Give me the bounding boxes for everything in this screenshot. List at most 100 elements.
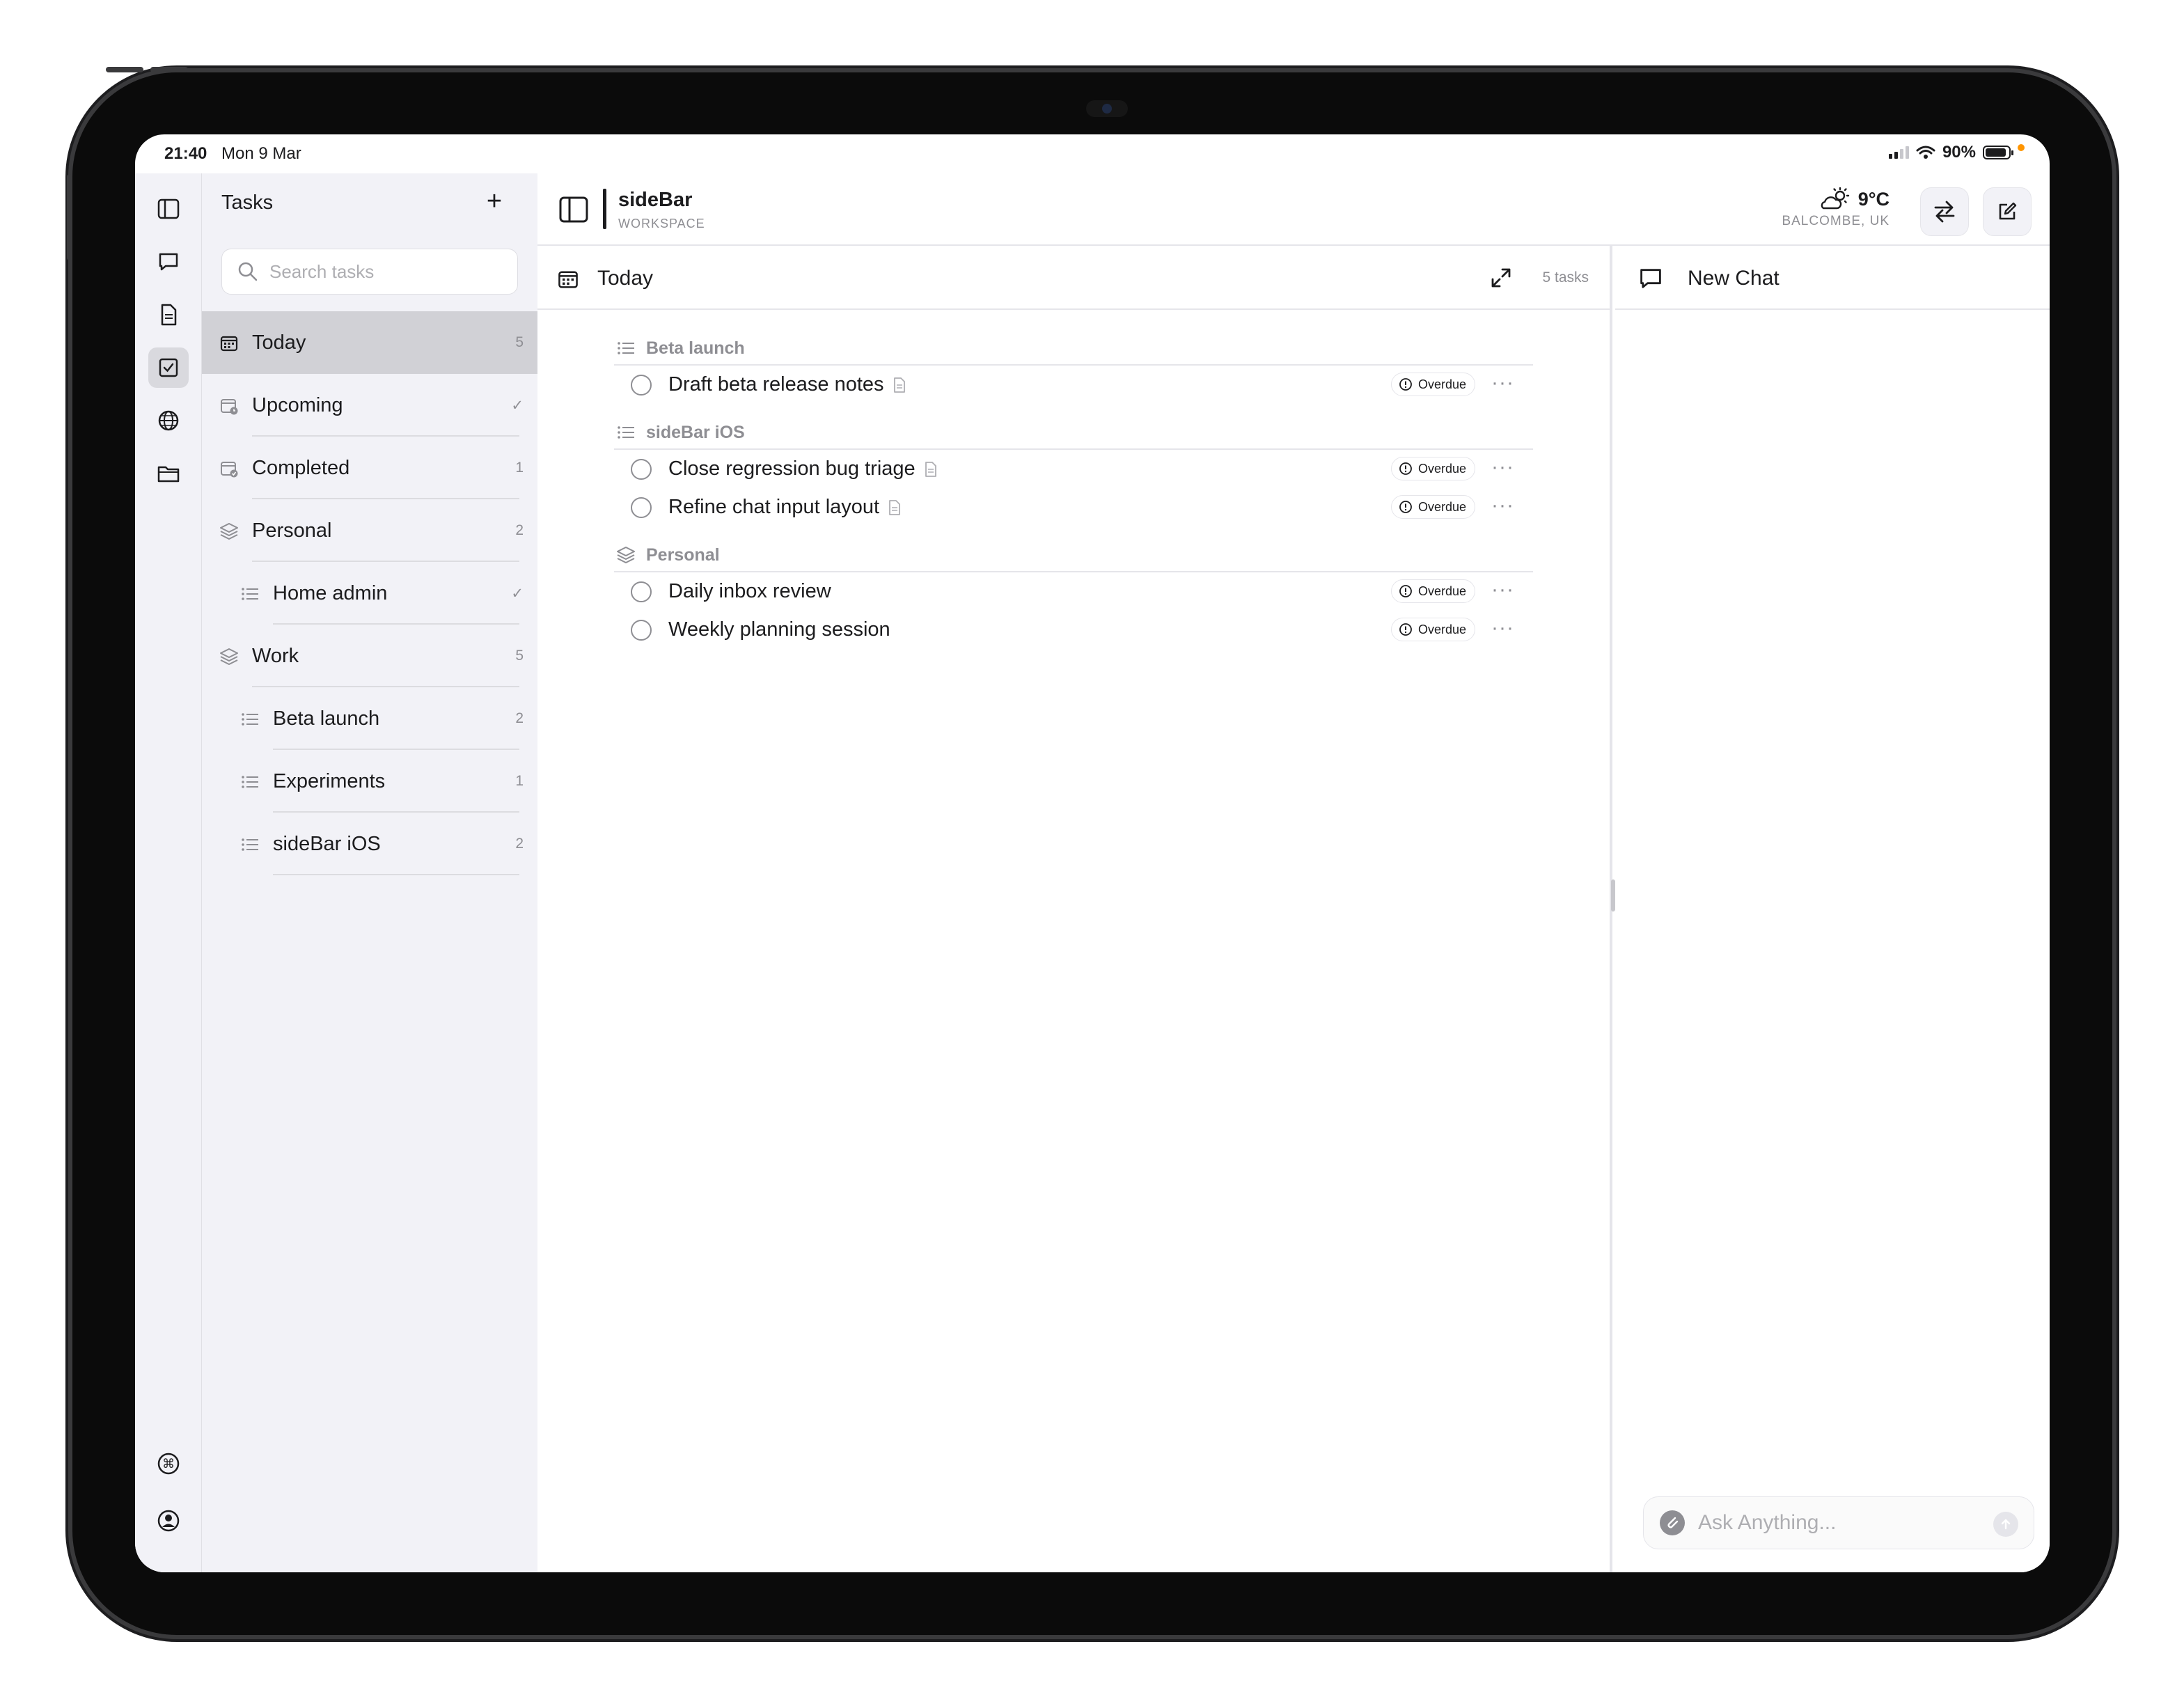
list-icon: [239, 709, 260, 730]
rail-chats[interactable]: [148, 242, 189, 282]
battery-percent: 90%: [1942, 143, 1976, 162]
task-row[interactable]: Refine chat input layout Overdue ···: [614, 488, 1533, 526]
chat-input-box: [1643, 1496, 2034, 1549]
task-label: Weekly planning session: [668, 618, 890, 641]
folder-icon: [157, 466, 180, 483]
task-checkbox[interactable]: [631, 374, 652, 396]
compose-button[interactable]: [1983, 187, 2032, 236]
workspace-header: sideBar WORKSPACE 9°C BALCOMBE, UK: [537, 173, 2050, 246]
task-checkbox[interactable]: [631, 496, 652, 518]
status-date: Mon 9 Mar: [221, 144, 301, 163]
calendar-icon: [558, 271, 578, 288]
list-icon: [239, 772, 260, 792]
title-divider: [603, 189, 606, 229]
rail-account[interactable]: [148, 1501, 189, 1541]
stack-icon: [219, 646, 239, 667]
task-row[interactable]: Weekly planning session Overdue ···: [614, 611, 1533, 649]
power-button: [150, 67, 188, 72]
sidebar-item-count: 1: [515, 773, 524, 789]
wifi-icon: [1916, 146, 1935, 159]
send-button[interactable]: [1993, 1512, 2018, 1537]
sidebar-item-experiments[interactable]: Experiments 1: [202, 750, 537, 813]
sidebar-item-count: ✓: [511, 397, 524, 414]
note-icon: [924, 461, 938, 478]
rail-sidebar-toggle[interactable]: [148, 189, 189, 229]
chat-pane: New Chat: [1615, 246, 2050, 1572]
sidebar-item-work[interactable]: Work 5: [202, 625, 537, 687]
arrow-up-icon: [2001, 1519, 2011, 1530]
rail-notes[interactable]: [148, 295, 189, 335]
recording-indicator: [2018, 144, 2025, 151]
sidebar-toggle-icon[interactable]: [558, 194, 589, 225]
task-checkbox[interactable]: [631, 458, 652, 480]
badge-label: Overdue: [1418, 584, 1467, 598]
rail-websites[interactable]: [148, 400, 189, 441]
task-count: 5 tasks: [1542, 269, 1589, 285]
chat-bubble-icon: [159, 253, 178, 271]
today-title: Today: [597, 267, 654, 290]
front-camera: [1086, 100, 1128, 117]
group-label: Personal: [646, 545, 720, 565]
switch-view-button[interactable]: [1920, 187, 1969, 236]
task-label: Draft beta release notes: [668, 373, 884, 396]
expand-icon[interactable]: [1490, 267, 1512, 289]
stack-icon: [615, 545, 636, 565]
search-box: [221, 249, 518, 295]
sidebar-item-beta-launch[interactable]: Beta launch 2: [202, 687, 537, 750]
rail-shortcuts[interactable]: ⌘: [148, 1443, 189, 1484]
task-row[interactable]: Draft beta release notes Overdue ···: [614, 366, 1533, 404]
sidebar-item-today[interactable]: Today 5: [202, 311, 537, 374]
chat-header: New Chat: [1615, 246, 2050, 310]
group-header: Beta launch: [614, 332, 1533, 366]
group-header: Personal: [614, 539, 1533, 572]
more-options-icon[interactable]: ···: [1491, 494, 1514, 517]
more-options-icon[interactable]: ···: [1491, 455, 1514, 479]
more-options-icon[interactable]: ···: [1491, 578, 1514, 602]
add-task-button[interactable]: +: [480, 187, 508, 215]
task-checkbox[interactable]: [631, 619, 652, 641]
tasks-sidebar: Tasks + Today 5 Upcoming ✓ Completed 1: [202, 173, 537, 1572]
group-header: sideBar iOS: [614, 416, 1533, 450]
sidebar-item-label: Work: [252, 644, 299, 667]
compose-icon: [1999, 202, 2017, 220]
note-icon: [893, 377, 906, 393]
badge-label: Overdue: [1418, 622, 1467, 636]
sidebar-item-completed[interactable]: Completed 1: [202, 437, 537, 499]
task-row[interactable]: Close regression bug triage Overdue ···: [614, 450, 1533, 488]
task-groups: Beta launch Draft beta release notes Ove…: [614, 332, 1533, 649]
task-checkbox[interactable]: [631, 581, 652, 602]
overdue-badge: Overdue: [1391, 579, 1476, 603]
search-input[interactable]: [269, 260, 506, 283]
chat-title: New Chat: [1688, 267, 1780, 290]
alert-icon: [1399, 501, 1412, 513]
calendar-check-icon: [219, 458, 239, 479]
sidebar-item-sidebar-ios[interactable]: sideBar iOS 2: [202, 813, 537, 875]
rail-files[interactable]: [148, 453, 189, 494]
badge-label: Overdue: [1418, 499, 1467, 514]
sidebar-item-count: 5: [515, 648, 524, 664]
sidebar-item-personal[interactable]: Personal 2: [202, 499, 537, 562]
alert-icon: [1399, 623, 1412, 636]
more-options-icon[interactable]: ···: [1491, 371, 1514, 395]
list-icon: [239, 584, 260, 604]
battery-icon: [1983, 146, 2013, 159]
sidebar-item-home-admin[interactable]: Home admin ✓: [202, 562, 537, 625]
overdue-badge: Overdue: [1391, 457, 1476, 480]
swap-arrows-icon: [1934, 201, 1955, 223]
checkbox-icon: [159, 358, 178, 377]
note-icon: [888, 499, 902, 516]
sidebar-item-upcoming[interactable]: Upcoming ✓: [202, 374, 537, 437]
side-button: [67, 174, 72, 260]
task-row[interactable]: Daily inbox review Overdue ···: [614, 572, 1533, 611]
command-icon: ⌘: [157, 1453, 180, 1475]
rail-tasks[interactable]: [148, 347, 189, 388]
sidebar-item-label: Experiments: [273, 769, 386, 792]
sidebar-title: Tasks: [221, 191, 274, 214]
sidebar-item-label: Upcoming: [252, 393, 343, 416]
chat-input[interactable]: [1698, 1511, 1977, 1535]
alert-icon: [1399, 585, 1412, 597]
account-icon: [157, 1510, 180, 1532]
attachment-icon[interactable]: [1659, 1510, 1686, 1536]
more-options-icon[interactable]: ···: [1491, 616, 1514, 640]
list-icon: [239, 834, 260, 855]
